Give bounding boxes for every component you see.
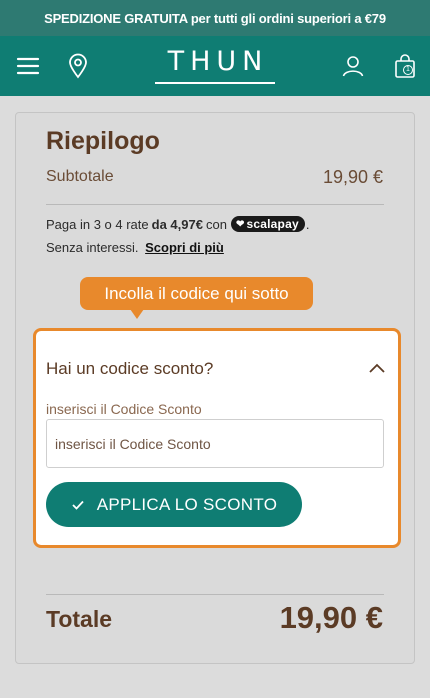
apply-discount-button[interactable]: APPLICA LO SCONTO — [46, 482, 302, 527]
discount-code-input[interactable] — [46, 419, 384, 468]
installments-amount: da 4,97€ — [151, 216, 203, 232]
logo-underline — [155, 82, 275, 84]
promo-bar: SPEDIZIONE GRATUITA per tutti gli ordini… — [0, 0, 430, 36]
learn-more-link[interactable]: Scopri di più — [145, 240, 224, 255]
discount-code-label: inserisci il Codice Sconto — [46, 401, 202, 417]
interest-text: Senza interessi. — [46, 240, 139, 255]
subtotal-value: 19,90 € — [322, 167, 383, 187]
installments-info: Paga in 3 o 4 rate da 4,97€ con ❤ scalap… — [46, 216, 309, 232]
menu-icon[interactable] — [12, 50, 44, 82]
promo-text: SPEDIZIONE GRATUITA per tutti gli ordini… — [44, 10, 386, 26]
check-icon — [71, 499, 85, 511]
paste-code-tooltip: Incolla il codice qui sotto — [80, 277, 313, 310]
discount-code-panel: Hai un codice sconto? inserisci il Codic… — [33, 328, 401, 548]
scalapay-logo: ❤ scalapay — [230, 216, 305, 232]
total-value: 19,90 € — [279, 600, 383, 635]
scalapay-name: scalapay — [246, 217, 299, 231]
apply-discount-label: APPLICA LO SCONTO — [96, 494, 278, 514]
divider — [46, 204, 384, 205]
user-icon[interactable] — [337, 50, 369, 82]
installments-prefix: Paga in 3 o 4 rate — [46, 216, 149, 232]
tooltip-arrow — [130, 309, 144, 319]
summary-title: Riepilogo — [46, 127, 160, 155]
site-header: THUN 1 — [0, 36, 430, 96]
subtotal-label: Subtotale — [46, 168, 114, 185]
location-pin-icon[interactable] — [62, 50, 94, 82]
heart-icon: ❤ — [235, 218, 245, 230]
installments-suffix: . — [305, 216, 310, 232]
cart-count-badge: 1 — [403, 65, 413, 75]
interest-info: Senza interessi. Scopri di più — [46, 240, 224, 255]
tooltip-text: Incolla il codice qui sotto — [104, 283, 289, 303]
total-label: Totale — [46, 606, 113, 632]
installments-with: con — [205, 216, 227, 232]
shopping-bag-icon[interactable]: 1 — [389, 50, 421, 82]
discount-code-toggle[interactable]: Hai un codice sconto? — [46, 359, 213, 379]
chevron-up-icon[interactable] — [368, 361, 386, 375]
divider — [46, 594, 384, 595]
thun-logo[interactable]: THUN — [155, 46, 275, 86]
